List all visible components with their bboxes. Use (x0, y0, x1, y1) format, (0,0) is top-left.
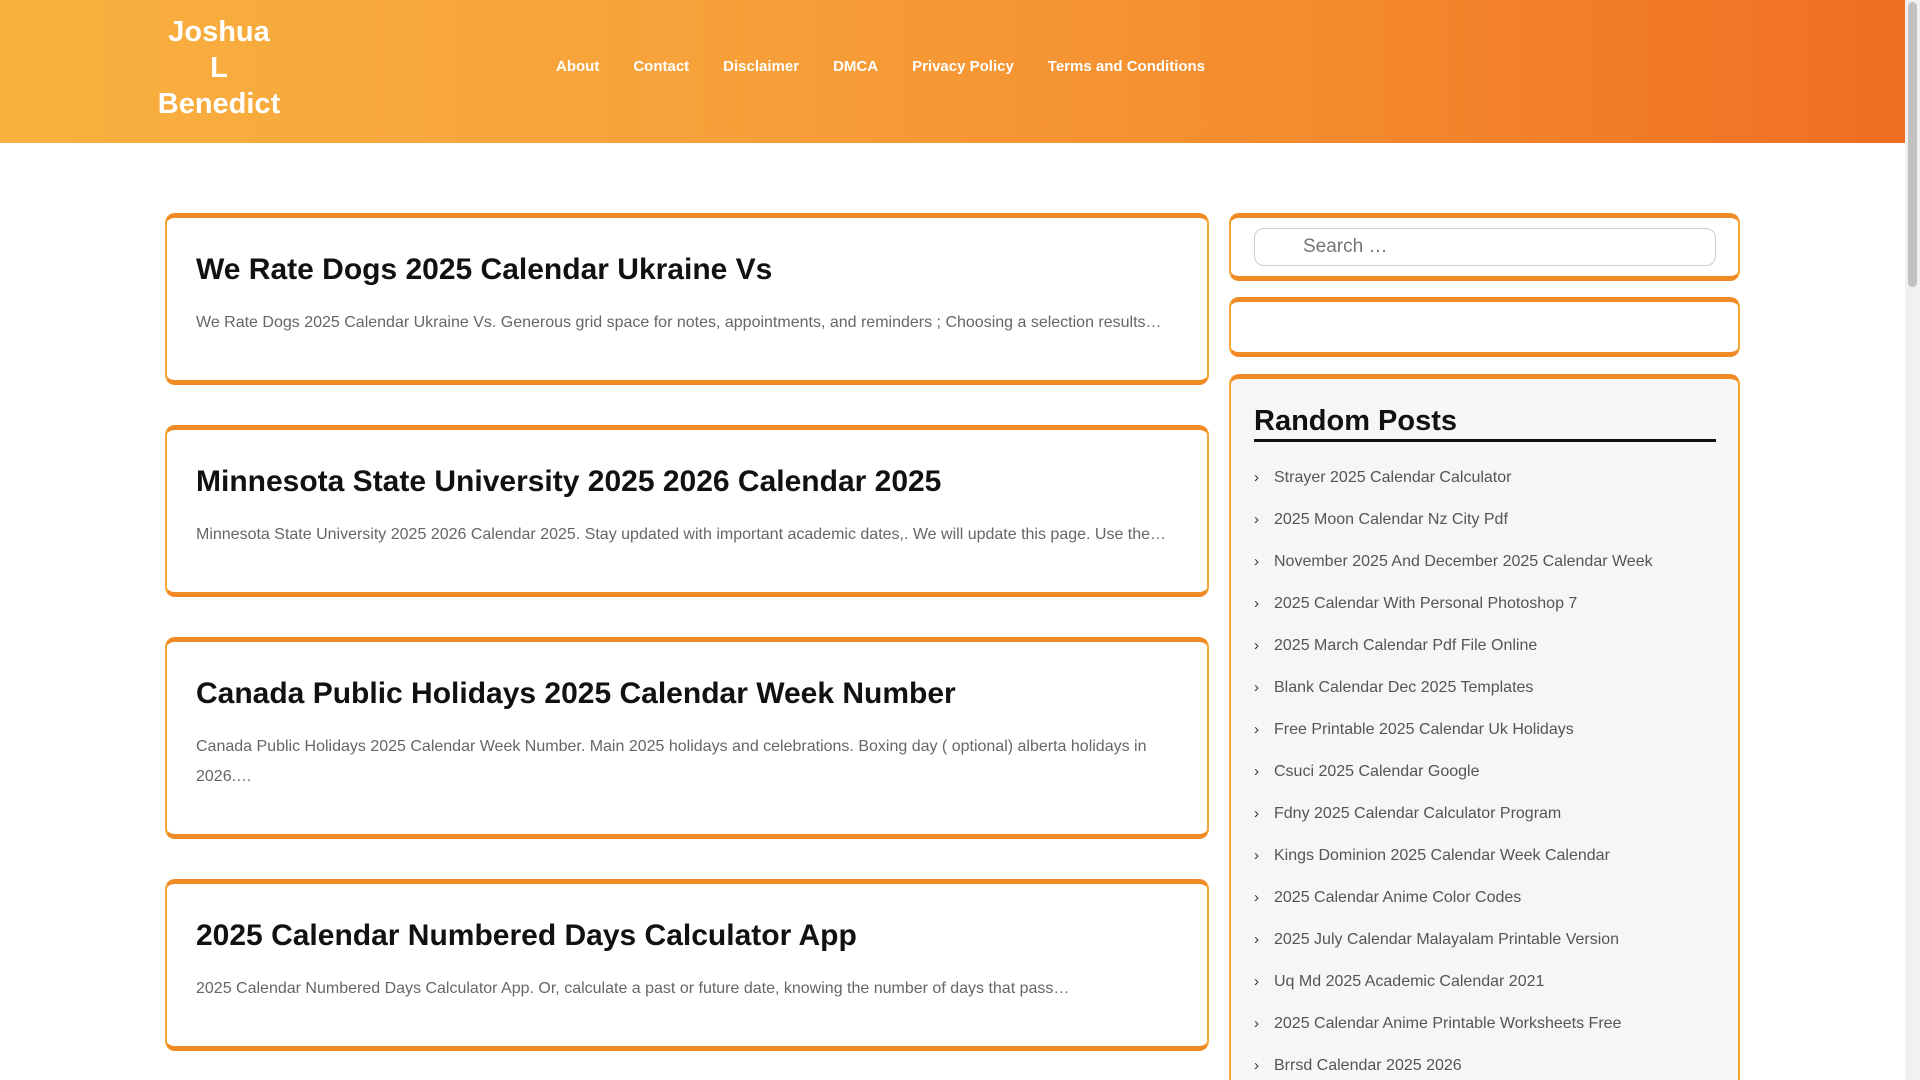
scrollbar-thumb[interactable] (1908, 2, 1917, 287)
post-excerpt: Minnesota State University 2025 2026 Cal… (196, 526, 1167, 543)
page: Joshua L Benedict About Contact Disclaim… (0, 0, 1920, 1080)
random-post-item[interactable]: › Brrsd Calendar 2025 2026 (1254, 1045, 1653, 1080)
post-excerpt: We Rate Dogs 2025 Calendar Ukraine Vs. G… (196, 314, 1162, 331)
nav-dmca[interactable]: DMCA (833, 58, 878, 75)
chevron-right-icon: › (1254, 468, 1259, 486)
main-nav: About Contact Disclaimer DMCA Privacy Po… (556, 58, 1239, 75)
post-card: We Rate Dogs 2025 Calendar Ukraine Vs We… (165, 213, 1209, 385)
random-post-item[interactable]: › 2025 Calendar With Personal Photoshop 7 (1254, 583, 1653, 625)
search-icon (1264, 238, 1281, 255)
site-header: Joshua L Benedict About Contact Disclaim… (0, 0, 1905, 143)
page-scrollbar[interactable] (1905, 0, 1920, 1080)
random-post-link[interactable]: November 2025 And December 2025 Calendar… (1274, 553, 1653, 571)
nav-about[interactable]: About (556, 58, 599, 75)
post-title[interactable]: Minnesota State University 2025 2026 Cal… (196, 463, 941, 501)
post-card: 2025 Calendar Numbered Days Calculator A… (165, 879, 1209, 1051)
random-post-item[interactable]: › November 2025 And December 2025 Calenda… (1254, 541, 1653, 583)
random-post-link[interactable]: 2025 March Calendar Pdf File Online (1274, 637, 1537, 655)
random-post-item[interactable]: › 2025 March Calendar Pdf File Online (1254, 625, 1653, 667)
brand-line-3[interactable]: Benedict (154, 86, 284, 122)
random-post-item[interactable]: › Kings Dominion 2025 Calendar Week Calen… (1254, 835, 1653, 877)
chevron-right-icon: › (1254, 930, 1259, 948)
search-widget (1229, 213, 1740, 281)
post-title[interactable]: 2025 Calendar Numbered Days Calculator A… (196, 917, 857, 955)
chevron-right-icon: › (1254, 1056, 1259, 1074)
random-post-item[interactable]: › Blank Calendar Dec 2025 Templates (1254, 667, 1653, 709)
random-post-item[interactable]: › Uq Md 2025 Academic Calendar 2021 (1254, 961, 1653, 1003)
random-post-link[interactable]: Brrsd Calendar 2025 2026 (1274, 1057, 1462, 1075)
nav-privacy-policy[interactable]: Privacy Policy (912, 58, 1014, 75)
chevron-right-icon: › (1254, 972, 1259, 990)
empty-widget (1229, 297, 1740, 357)
random-post-link[interactable]: 2025 Moon Calendar Nz City Pdf (1274, 511, 1508, 529)
brand-line-2[interactable]: L (154, 50, 284, 86)
random-post-link[interactable]: Blank Calendar Dec 2025 Templates (1274, 679, 1533, 697)
random-post-item[interactable]: › 2025 Calendar Anime Printable Worksheet… (1254, 1003, 1653, 1045)
random-post-item[interactable]: › Fdny 2025 Calendar Calculator Program (1254, 793, 1653, 835)
post-card: Minnesota State University 2025 2026 Cal… (165, 425, 1209, 597)
chevron-right-icon: › (1254, 1014, 1259, 1032)
random-post-link[interactable]: 2025 Calendar With Personal Photoshop 7 (1274, 595, 1577, 613)
chevron-right-icon: › (1254, 888, 1259, 906)
random-post-link[interactable]: Fdny 2025 Calendar Calculator Program (1274, 805, 1561, 823)
chevron-right-icon: › (1254, 636, 1259, 654)
random-posts-title: Random Posts (1254, 405, 1458, 437)
chevron-right-icon: › (1254, 804, 1259, 822)
random-post-item[interactable]: › 2025 July Calendar Malayalam Printable … (1254, 919, 1653, 961)
chevron-right-icon: › (1254, 594, 1259, 612)
nav-contact[interactable]: Contact (633, 58, 689, 75)
random-posts-widget: Random Posts › Strayer 2025 Calendar Calc… (1229, 374, 1740, 1080)
random-post-item[interactable]: › Free Printable 2025 Calendar Uk Holiday… (1254, 709, 1653, 751)
chevron-right-icon: › (1254, 846, 1259, 864)
random-post-link[interactable]: 2025 Calendar Anime Printable Worksheets… (1274, 1015, 1621, 1033)
random-post-link[interactable]: Uq Md 2025 Academic Calendar 2021 (1274, 973, 1544, 991)
post-excerpt: 2025 Calendar Numbered Days Calculator A… (196, 980, 1070, 997)
chevron-right-icon: › (1254, 678, 1259, 696)
title-underline (1254, 439, 1716, 442)
random-post-link[interactable]: Strayer 2025 Calendar Calculator (1274, 469, 1511, 487)
post-card: Canada Public Holidays 2025 Calendar Wee… (165, 637, 1209, 839)
post-title[interactable]: We Rate Dogs 2025 Calendar Ukraine Vs (196, 251, 772, 289)
random-post-link[interactable]: Csuci 2025 Calendar Google (1274, 763, 1479, 781)
random-post-item[interactable]: › Strayer 2025 Calendar Calculator (1254, 457, 1653, 499)
brand-line-1[interactable]: Joshua (154, 14, 284, 50)
random-post-item[interactable]: › 2025 Moon Calendar Nz City Pdf (1254, 499, 1653, 541)
random-post-link[interactable]: Kings Dominion 2025 Calendar Week Calend… (1274, 847, 1610, 865)
random-post-item[interactable]: › 2025 Calendar Anime Color Codes (1254, 877, 1653, 919)
random-posts-list: › Strayer 2025 Calendar Calculator › 2025 … (1254, 457, 1653, 1080)
random-post-link[interactable]: 2025 Calendar Anime Color Codes (1274, 889, 1521, 907)
chevron-right-icon: › (1254, 552, 1259, 570)
nav-terms-and-conditions[interactable]: Terms and Conditions (1048, 58, 1205, 75)
random-post-item[interactable]: › Csuci 2025 Calendar Google (1254, 751, 1653, 793)
chevron-right-icon: › (1254, 762, 1259, 780)
nav-disclaimer[interactable]: Disclaimer (723, 58, 799, 75)
chevron-right-icon: › (1254, 510, 1259, 528)
site-brand[interactable]: Joshua L Benedict (154, 14, 284, 122)
post-excerpt: Canada Public Holidays 2025 Calendar Wee… (196, 738, 1147, 785)
chevron-right-icon: › (1254, 720, 1259, 738)
random-post-link[interactable]: Free Printable 2025 Calendar Uk Holidays (1274, 721, 1574, 739)
search-input[interactable] (1254, 228, 1716, 266)
random-post-link[interactable]: 2025 July Calendar Malayalam Printable V… (1274, 931, 1619, 949)
post-title[interactable]: Canada Public Holidays 2025 Calendar Wee… (196, 675, 956, 713)
